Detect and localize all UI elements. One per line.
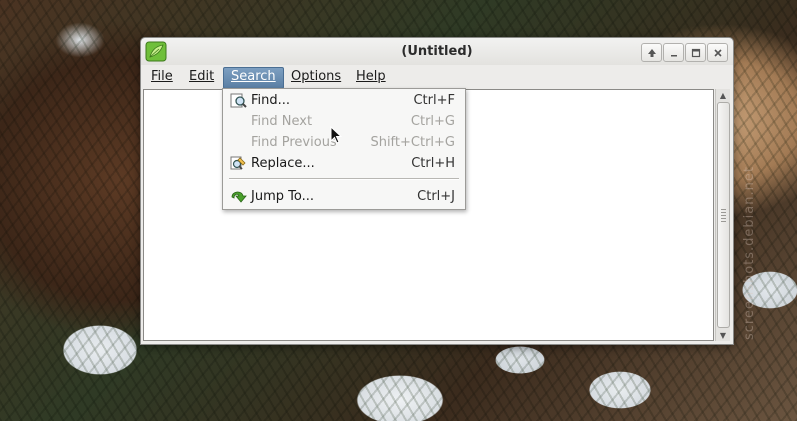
menu-item-find-next-label: Find Next <box>251 114 313 129</box>
up-arrow-icon[interactable] <box>641 43 662 62</box>
menu-item-jump-to-label: Jump To... <box>251 189 314 204</box>
menu-item-find[interactable]: Find... Ctrl+F <box>223 90 465 111</box>
menu-edit[interactable]: Edit <box>182 67 221 87</box>
mouse-pointer-icon <box>330 126 342 144</box>
menu-item-find-previous-accel: Shift+Ctrl+G <box>370 135 455 150</box>
menu-item-find-next[interactable]: Find Next Ctrl+G <box>223 111 465 132</box>
menu-item-find-previous-label: Find Previous <box>251 135 337 150</box>
menu-help-label: Help <box>356 69 386 84</box>
menu-item-replace-accel: Ctrl+H <box>411 156 455 171</box>
maximize-icon[interactable] <box>685 43 706 62</box>
menu-item-jump-to[interactable]: Jump To... Ctrl+J <box>223 186 465 207</box>
menu-search-label: Search <box>231 69 276 84</box>
menu-help[interactable]: Help <box>349 67 393 87</box>
menu-item-replace[interactable]: Replace... Ctrl+H <box>223 153 465 174</box>
menu-item-find-label: Find... <box>251 93 291 108</box>
menu-separator <box>229 178 459 180</box>
close-icon[interactable] <box>707 43 728 62</box>
jump-icon <box>231 191 247 203</box>
menu-bar: File Edit Search Options Help <box>141 65 733 89</box>
vertical-scrollbar[interactable]: ▲ ▼ <box>715 89 730 341</box>
grip-icon <box>721 209 726 223</box>
replace-icon <box>230 156 246 170</box>
menu-options[interactable]: Options <box>284 67 348 87</box>
menu-item-find-previous[interactable]: Find Previous Shift+Ctrl+G <box>223 132 465 153</box>
find-icon <box>230 93 247 108</box>
search-dropdown-menu: Find... Ctrl+F Find Next Ctrl+G Find Pre… <box>222 88 466 210</box>
menu-edit-label: Edit <box>189 69 215 84</box>
title-bar[interactable]: (Untitled) <box>141 38 733 65</box>
menu-item-find-next-accel: Ctrl+G <box>410 114 455 129</box>
watermark-text: screenshots.debian.net <box>742 166 757 340</box>
menu-file-label: File <box>151 69 173 84</box>
scrollbar-thumb[interactable] <box>717 102 730 328</box>
menu-file[interactable]: File <box>144 67 180 87</box>
menu-item-replace-label: Replace... <box>251 156 315 171</box>
menu-search[interactable]: Search <box>223 67 284 89</box>
menu-item-jump-to-accel: Ctrl+J <box>417 189 455 204</box>
scroll-up-arrow-icon[interactable]: ▲ <box>716 89 730 101</box>
scroll-down-arrow-icon[interactable]: ▼ <box>716 329 730 341</box>
minimize-icon[interactable] <box>663 43 684 62</box>
menu-item-find-accel: Ctrl+F <box>413 93 455 108</box>
menu-options-label: Options <box>291 69 342 84</box>
